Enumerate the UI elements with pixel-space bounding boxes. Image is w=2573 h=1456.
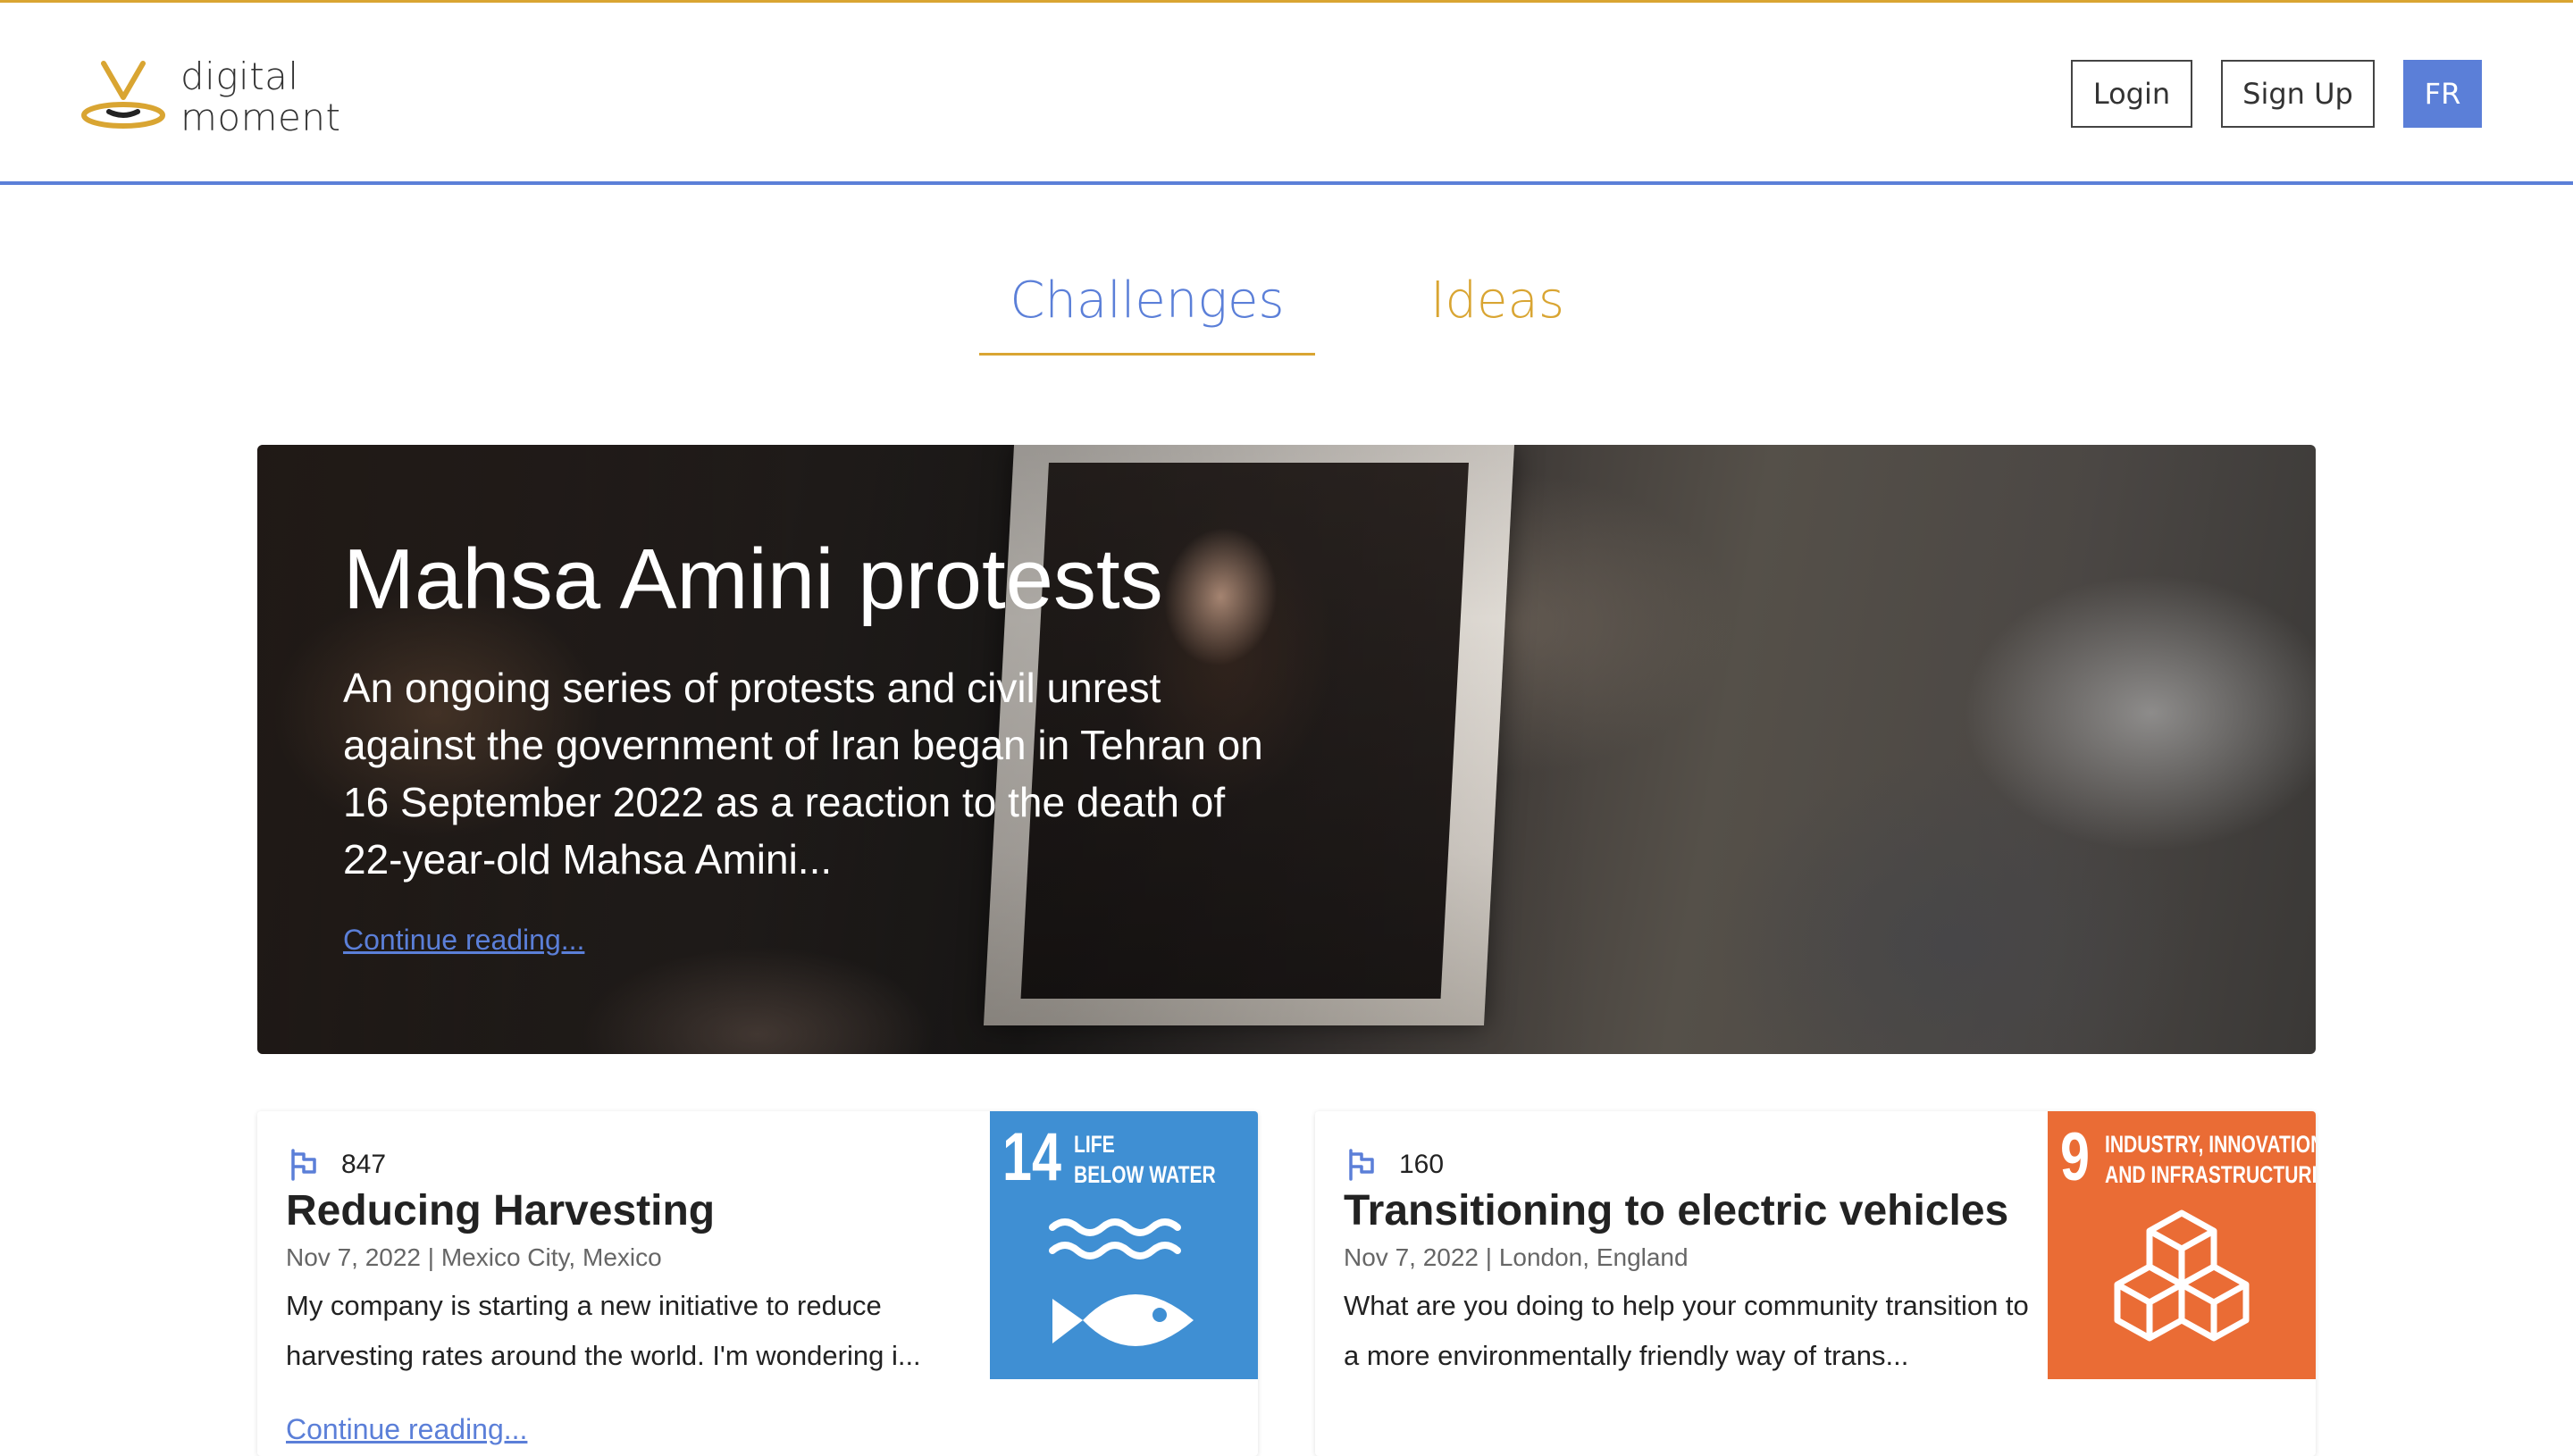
sdg-9-badge: 9 INDUSTRY, INNOVATION AND INFRASTRUCTUR… (2048, 1111, 2316, 1379)
tab-challenges[interactable]: Challenges (979, 259, 1315, 356)
fish-waves-icon (1049, 1218, 1194, 1346)
card-continue-reading-link[interactable]: Continue reading... (286, 1413, 527, 1446)
sdg-label: LIFE BELOW WATER (1074, 1131, 1216, 1188)
flag-icon (1349, 1149, 1374, 1181)
featured-description: An ongoing series of protests and civil … (343, 665, 1263, 883)
card-title[interactable]: Reducing Harvesting (286, 1186, 715, 1235)
sdg-number: 14 (1002, 1119, 1061, 1195)
logo-text-line2: moment (180, 96, 341, 139)
logo-mark-icon (81, 61, 165, 129)
sdg-number: 9 (2060, 1119, 2090, 1195)
sdg-label: INDUSTRY, INNOVATION AND INFRASTRUCTURE (2105, 1131, 2316, 1188)
card-meta: 847 (286, 1147, 386, 1183)
challenge-card[interactable]: 847 Reducing Harvesting Nov 7, 2022 | Me… (257, 1111, 1258, 1456)
cubes-icon (2114, 1209, 2250, 1342)
card-excerpt: My company is starting a new initiative … (286, 1290, 921, 1371)
tab-ideas[interactable]: Ideas (1394, 259, 1601, 356)
sdg-14-badge: 14 LIFE BELOW WATER (990, 1111, 1258, 1379)
featured-title: Mahsa Amini protests (343, 531, 1163, 627)
featured-continue-reading-link[interactable]: Continue reading... (343, 924, 584, 957)
card-meta: 160 (1344, 1147, 1444, 1183)
card-excerpt: What are you doing to help your communit… (1344, 1290, 2029, 1371)
signup-button[interactable]: Sign Up (2221, 60, 2375, 128)
card-count: 160 (1399, 1150, 1445, 1179)
card-title[interactable]: Transitioning to electric vehicles (1344, 1186, 2008, 1235)
site-header: digital moment Login Sign Up FR (0, 3, 2573, 185)
language-toggle-button[interactable]: FR (2403, 60, 2482, 128)
card-date-location: Nov 7, 2022 | London, England (1344, 1243, 1689, 1271)
logo-text: digital moment (180, 56, 340, 138)
card-count: 847 (341, 1150, 387, 1179)
login-button[interactable]: Login (2071, 60, 2192, 128)
card-date-location: Nov 7, 2022 | Mexico City, Mexico (286, 1243, 662, 1271)
challenge-card[interactable]: 160 Transitioning to electric vehicles N… (1315, 1111, 2316, 1456)
content-tabs: Challenges Ideas (0, 259, 2573, 357)
flag-icon (291, 1149, 316, 1181)
featured-challenge[interactable]: Mahsa Amini protests An ongoing series o… (257, 445, 2316, 1054)
logo[interactable]: digital moment (79, 56, 365, 142)
logo-text-line1: digital (180, 54, 299, 98)
